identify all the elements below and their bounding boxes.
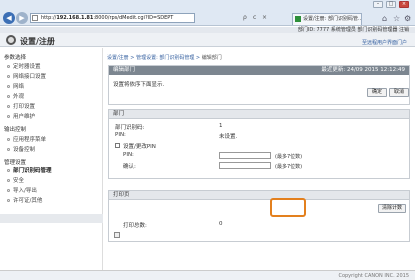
sidebar-section-output: 输出控制 [4,127,27,133]
bullet-icon [7,189,10,192]
panel-header: 部门 [109,110,409,119]
total-prints-label: 打印总数: [123,223,147,229]
stop-icon[interactable]: × [262,14,267,21]
sidebar-item-security[interactable]: 安全 [7,176,24,184]
active-item-background [0,214,103,223]
browser-tab[interactable]: 设置/注册: 部门识别码管... [292,13,362,25]
pin-hint: (最多7位数) [275,154,303,160]
back-button[interactable]: ◀ [3,12,15,24]
bullet-icon [7,148,10,151]
maximize-button[interactable]: □ [386,1,396,8]
pin-label: PIN: [115,132,126,138]
sidebar-item-import-export[interactable]: 导入/导出 [7,186,37,194]
address-bar[interactable]: http://192.168.1.81:8000/rps/dMedit.cgi?… [30,13,195,23]
confirm-input[interactable] [219,162,271,169]
panel-header: 打印页 [109,191,409,200]
bullet-icon [7,65,10,68]
pin-input[interactable] [219,152,271,159]
bullet-icon [7,75,10,78]
bullet-icon [7,115,10,118]
sidebar-item-appearance[interactable]: 外观 [7,92,24,100]
main-content: 设置/注册 > 管理设置: 部门识别码管理 > 编辑部门 编辑部门 最近更新: … [103,48,415,270]
pin-value: 未设置. [219,134,238,140]
total-prints-value: 0 [219,221,223,227]
portal-link[interactable]: 至远程用户界面门户 [362,39,407,46]
window-titlebar: – □ × [0,0,415,10]
search-icon[interactable]: ρ [243,14,247,21]
top-links[interactable]: 部门ID: 7777 系统管理员 部门识别码管理器 注销 [298,27,409,33]
bullet-icon [7,95,10,98]
forward-button[interactable]: ▶ [16,12,28,24]
reload-icon[interactable]: c [253,14,256,21]
sidebar-item-license[interactable]: 许可证/其他 [7,196,42,204]
pin-field-label: PIN: [123,152,134,158]
print-count-panel: 打印页 清除计数 打印总数: 0 [108,190,410,242]
page-title: 设置/注册 [20,37,55,46]
clear-count-button[interactable]: 清除计数 [378,204,406,213]
top-strip: 部门ID: 7777 系统管理员 部门识别码管理器 注销 [0,27,415,33]
panel-title: 编辑部门 [113,67,136,73]
sidebar-section-management: 管理设置 [4,160,27,166]
url-host: 192.168.1.81 [56,15,94,21]
breadcrumb-dept-mgmt[interactable]: 管理设置: 部门识别码管理 [136,55,194,61]
url-path: :8000/rps/dMedit.cgi?ID=SDEPT [93,15,174,21]
app-header: 部门ID: 7777 系统管理员 部门识别码管理器 注销 设置/注册 至远程用户… [0,27,415,47]
browser-toolbar: ◀ ▶ http://192.168.1.81:8000/rps/dMedit.… [0,10,415,26]
bullet-icon [7,105,10,108]
gear-icon [6,35,16,45]
sidebar-section-preferences: 参数选择 [4,55,27,61]
bullet-icon [7,199,10,202]
dept-id-value: 1 [219,123,223,129]
favorites-icon[interactable]: ☆ [393,14,400,23]
close-button[interactable]: × [399,1,409,8]
minimize-button[interactable]: – [373,1,383,8]
page-icon [32,15,38,21]
sidebar-item-interface[interactable]: 网络接口设置 [7,72,46,80]
sidebar: 参数选择 定时器设置 网络接口设置 网络 外观 打印设置 用户维护 输出控制 应… [0,48,103,270]
confirm-label: 确认: [123,164,136,170]
breadcrumb-settings[interactable]: 设置/注册 [107,55,129,61]
dept-id-label: 部门识别码: [115,125,145,131]
bullet-icon [7,169,10,172]
footer: Copyright CANON INC. 2015 [0,270,415,280]
sidebar-item-user-maintenance[interactable]: 用户维护 [7,112,35,120]
sidebar-item-device-control[interactable]: 设备控制 [7,145,35,153]
sidebar-item-timer[interactable]: 定时器设置 [7,62,41,70]
home-icon[interactable]: ⌂ [382,14,387,23]
instruction-text: 设置将依序下面显示. [113,82,165,88]
ok-button[interactable]: 确定 [367,88,387,97]
confirm-hint: (最多7位数) [275,164,303,170]
last-updated: 最近更新: 24/09 2015 12:12:49 [321,67,405,73]
panel-header: 编辑部门 最近更新: 24/09 2015 12:12:49 [109,66,409,75]
edit-dept-panel: 编辑部门 最近更新: 24/09 2015 12:12:49 设置将依序下面显示… [108,65,410,105]
copyright: Copyright CANON INC. 2015 [338,273,409,279]
sidebar-item-app-menu[interactable]: 应用程序菜单 [7,135,46,143]
sidebar-item-dept-id[interactable]: 部门识别码管理 [7,166,52,174]
tools-icon[interactable]: ⚙ [404,14,411,23]
sidebar-item-network[interactable]: 网络 [7,82,24,90]
bullet-icon [7,85,10,88]
bullet-icon [7,179,10,182]
cancel-button[interactable]: 取消 [389,88,409,97]
expand-icon[interactable] [114,232,120,238]
tab-favicon [295,16,301,22]
callout-highlight [270,198,306,217]
breadcrumb: 设置/注册 > 管理设置: 部门识别码管理 > 编辑部门 [107,55,222,61]
url-prefix: http:// [41,15,57,21]
set-pin-checkbox[interactable] [115,143,120,148]
bullet-icon [7,138,10,141]
breadcrumb-current: 编辑部门 [201,55,222,61]
set-pin-label: 设置/更改PIN [123,144,156,150]
sidebar-item-print-settings[interactable]: 打印设置 [7,102,35,110]
department-panel: 部门 部门识别码: 1 PIN: 未设置. 设置/更改PIN PIN: (最多7… [108,109,410,179]
